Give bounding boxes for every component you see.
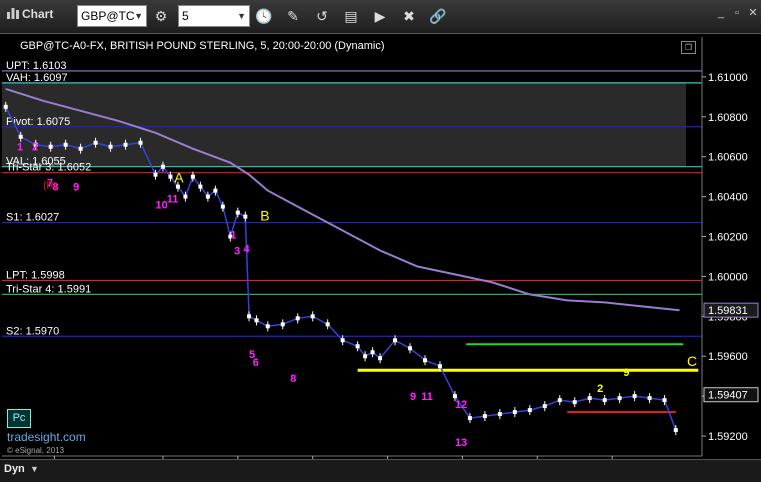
level-label: Tri-Star 4: 1.5991 xyxy=(6,283,91,295)
ma-price-tag-text: 1.59831 xyxy=(708,305,748,317)
candle-body xyxy=(355,344,360,349)
y-axis: 1.61000 1.60800 1.60600 1.60400 1.60200 1.600… xyxy=(701,37,761,456)
candle-body xyxy=(254,318,259,323)
candle-body xyxy=(557,398,562,403)
symbol-description: GBP@TC-A0-FX, BRITISH POUND STERLING, 5,… xyxy=(20,40,384,52)
signal-label: 1 xyxy=(230,230,236,242)
signal-label: 11 xyxy=(421,391,433,403)
y-tick-label: 1.59600 xyxy=(708,351,748,363)
level-label: Tri-Star 3: 1.6052 xyxy=(6,162,91,174)
price-chart[interactable]: GBP@TC-A0-FX, BRITISH POUND STERLING, 5,… xyxy=(0,0,761,481)
candle-body xyxy=(63,142,68,147)
candle-body xyxy=(527,408,532,413)
candle-body xyxy=(437,364,442,369)
candle-body xyxy=(370,350,375,355)
signal-label: 2 xyxy=(597,383,603,395)
annotation-label: B xyxy=(260,208,269,224)
candle-body xyxy=(452,394,457,399)
candle-body xyxy=(18,134,23,139)
candle-body xyxy=(617,396,622,401)
copyright-text: © eSignal, 2013 xyxy=(7,446,65,455)
candle-body xyxy=(467,416,472,421)
candle-body xyxy=(497,412,502,417)
signal-label: 12 xyxy=(455,399,467,411)
candle-body xyxy=(205,194,210,199)
annotation-label: C xyxy=(687,353,697,369)
candle-body xyxy=(325,322,330,327)
annotation-label: (R) xyxy=(43,181,57,192)
candle-body xyxy=(310,314,315,319)
candle-body xyxy=(280,322,285,327)
dyn-mode-button[interactable]: Dyn xyxy=(4,463,25,475)
maximize-icon[interactable]: ❐ xyxy=(681,41,696,54)
candle-body xyxy=(243,214,248,219)
pc-badge[interactable]: Pc xyxy=(7,409,31,428)
level-label: S2: 1.5970 xyxy=(6,325,59,337)
level-label: LPT: 1.5998 xyxy=(6,269,65,281)
candle-body xyxy=(542,404,547,409)
candle-body xyxy=(632,394,637,399)
candle-body xyxy=(213,188,218,193)
candle-body xyxy=(160,164,165,169)
candle-body xyxy=(138,140,143,145)
candle-body xyxy=(647,396,652,401)
candle-body xyxy=(572,400,577,405)
candle-body xyxy=(662,398,667,403)
bottom-bar: Dyn ▼ xyxy=(0,459,761,482)
signal-label: 6 xyxy=(253,357,259,369)
brand-watermark: tradesight.com xyxy=(7,430,86,444)
candle-body xyxy=(602,398,607,403)
y-tick-label: 1.59200 xyxy=(708,431,748,443)
value-area-band xyxy=(2,82,686,167)
candle-body xyxy=(247,314,252,319)
candle-body xyxy=(363,354,368,359)
signal-label: 9 xyxy=(623,367,629,379)
signal-label: 8 xyxy=(290,373,296,385)
candle-body xyxy=(295,316,300,321)
annotation-label: A xyxy=(174,170,184,186)
y-tick-label: 1.61000 xyxy=(708,72,748,84)
signal-label: 2 xyxy=(32,142,38,154)
candle-body xyxy=(190,174,195,179)
candle-body xyxy=(393,338,398,343)
signal-label: 1 xyxy=(17,142,23,154)
candle-body xyxy=(422,358,427,363)
candle-body xyxy=(408,346,413,351)
level-label: S1: 1.6027 xyxy=(6,212,59,224)
candle-body xyxy=(123,142,128,147)
signal-label: 9 xyxy=(73,182,79,194)
candle-body xyxy=(235,210,240,215)
signal-label: 11 xyxy=(167,194,179,206)
candle-body xyxy=(512,410,517,415)
last-price-tag-text: 1.59407 xyxy=(708,390,748,402)
signal-label: 4 xyxy=(243,243,250,255)
candle-body xyxy=(198,184,203,189)
y-tick-label: 1.60600 xyxy=(708,152,748,164)
candle-body xyxy=(482,414,487,419)
candle-body xyxy=(48,144,53,149)
level-label: VAH: 1.6097 xyxy=(6,72,68,84)
candle-body xyxy=(378,356,383,361)
candle-body xyxy=(673,428,678,433)
signal-label: 3 xyxy=(234,245,240,257)
y-tick-label: 1.60400 xyxy=(708,192,748,204)
y-tick-label: 1.60000 xyxy=(708,271,748,283)
y-tick-label: 1.60800 xyxy=(708,112,748,124)
candle-body xyxy=(3,104,8,109)
signal-label: 9 xyxy=(410,391,416,403)
candle-body xyxy=(168,174,173,179)
candle-body xyxy=(587,396,592,401)
candle-body xyxy=(220,204,225,209)
candle-body xyxy=(340,338,345,343)
candle-body xyxy=(183,194,188,199)
level-label: UPT: 1.6103 xyxy=(6,60,67,72)
candle-body xyxy=(108,144,113,149)
candle-body xyxy=(265,324,270,329)
signal-label: 13 xyxy=(455,437,467,449)
candle-body xyxy=(93,140,98,145)
chevron-down-icon[interactable]: ▼ xyxy=(30,464,39,474)
y-tick-label: 1.60200 xyxy=(708,232,748,244)
candle-body xyxy=(78,146,83,151)
candle-body xyxy=(153,172,158,177)
